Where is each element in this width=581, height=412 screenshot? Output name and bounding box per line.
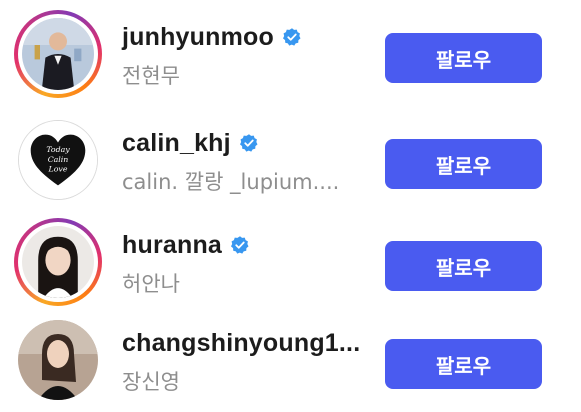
suggested-accounts-list: junhyunmoo 전현무 팔로우 Today Calin Love cali…: [0, 0, 581, 412]
verified-badge-icon: [239, 133, 259, 153]
full-name: 장신영: [122, 370, 180, 394]
avatar: [22, 18, 94, 90]
username[interactable]: junhyunmoo: [122, 23, 274, 52]
svg-text:Love: Love: [48, 165, 68, 174]
avatar-story-ring[interactable]: [14, 10, 102, 98]
username[interactable]: changshinyoung1...: [122, 329, 360, 358]
svg-text:Today: Today: [46, 145, 70, 154]
follow-button[interactable]: 팔로우: [385, 139, 542, 189]
avatar: [22, 226, 94, 298]
suggestion-row[interactable]: junhyunmoo 전현무 팔로우: [0, 0, 581, 102]
full-name: 전현무: [122, 64, 180, 88]
avatar: Today Calin Love: [18, 120, 98, 200]
verified-badge-icon: [282, 27, 302, 47]
avatar: [18, 320, 98, 400]
full-name: 허안나: [122, 272, 180, 296]
suggestion-row[interactable]: changshinyoung1... 장신영 팔로우: [0, 306, 581, 408]
follow-button[interactable]: 팔로우: [385, 241, 542, 291]
profile-photo-icon: [18, 320, 98, 400]
avatar-story-ring[interactable]: [14, 218, 102, 306]
svg-text:Calin: Calin: [48, 155, 69, 164]
follow-button[interactable]: 팔로우: [385, 339, 542, 389]
profile-photo-icon: [22, 18, 94, 90]
avatar-frame[interactable]: [14, 316, 102, 404]
heart-logo-icon: Today Calin Love: [19, 121, 97, 199]
verified-badge-icon: [230, 235, 250, 255]
full-name: calin. 깔랑 _lupium....: [122, 170, 340, 194]
profile-photo-icon: [22, 226, 94, 298]
suggestion-row[interactable]: huranna 허안나 팔로우: [0, 208, 581, 310]
avatar-frame[interactable]: Today Calin Love: [14, 116, 102, 204]
suggestion-row[interactable]: Today Calin Love calin_khj calin. 깔랑 _lu…: [0, 106, 581, 208]
username[interactable]: calin_khj: [122, 129, 231, 158]
follow-button[interactable]: 팔로우: [385, 33, 542, 83]
username[interactable]: huranna: [122, 231, 222, 260]
